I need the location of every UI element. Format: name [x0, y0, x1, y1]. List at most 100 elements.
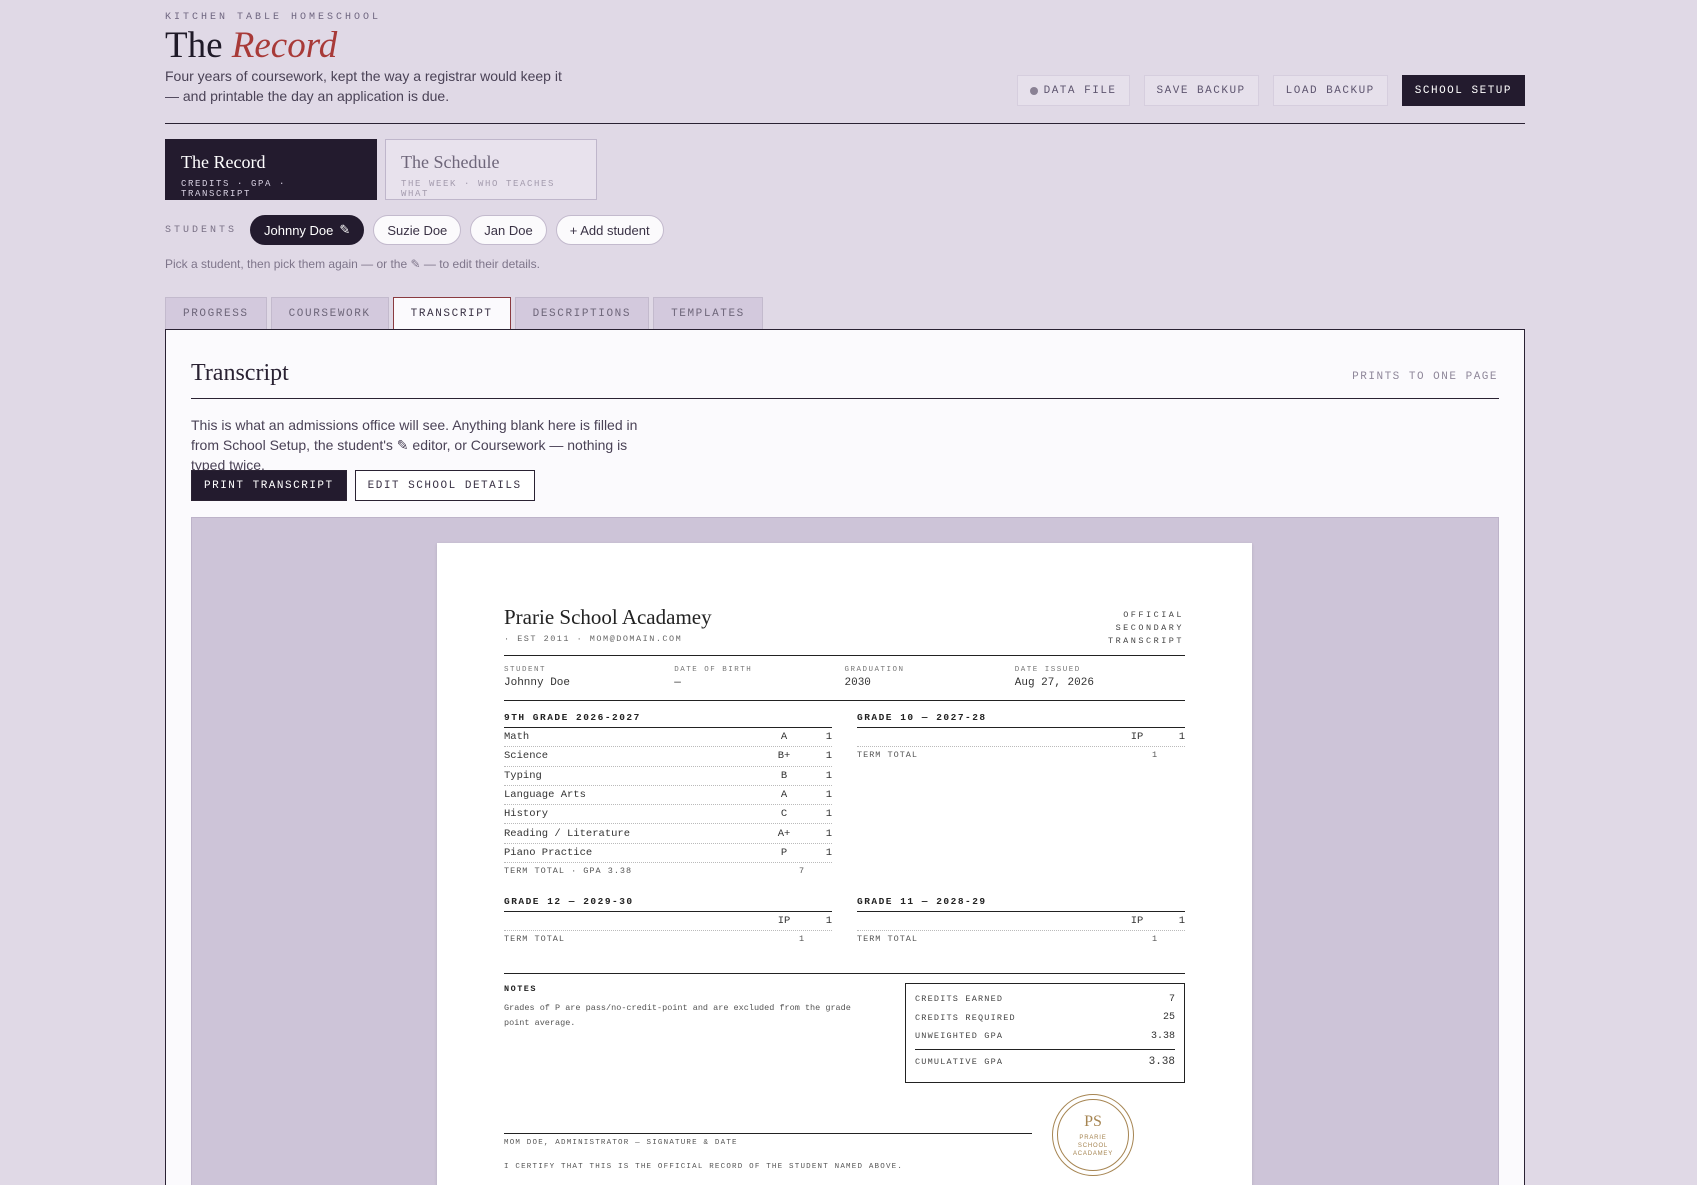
tab-transcript[interactable]: TRANSCRIPT	[392, 297, 511, 331]
section-subtitle: THE WEEK · WHO TEACHES WHAT	[401, 179, 556, 199]
term-total-row: TERM TOTAL 1	[504, 931, 832, 947]
panel-title: Transcript	[191, 360, 289, 386]
course-row: IP 1	[857, 728, 1185, 748]
course-credit: 1	[825, 769, 832, 782]
edit-school-details-button[interactable]: EDIT SCHOOL DETAILS	[354, 470, 535, 501]
notes-text: Grades of P are pass/no-credit-point and…	[504, 1003, 851, 1028]
info-student: STUDENT Johnny Doe	[504, 666, 674, 689]
course-name: Language Arts	[504, 789, 586, 802]
school-meta: · EST 2011 · MOM@DOMAIN.COM	[504, 634, 683, 644]
summary-label: CREDITS REQUIRED	[915, 1012, 1016, 1023]
info-date-issued: DATE ISSUED Aug 27, 2026	[1015, 666, 1185, 689]
course-credit: 1	[825, 789, 832, 802]
tab-descriptions[interactable]: DESCRIPTIONS	[514, 297, 650, 330]
term-g12: GRADE 12 — 2029-30 IP 1 TERM TOTAL 1	[504, 896, 832, 947]
course-credit: 1	[825, 808, 832, 821]
summary-value: 3.38	[1150, 1030, 1175, 1042]
tab-templates[interactable]: TEMPLATES	[653, 297, 763, 330]
info-rule	[504, 700, 1185, 701]
course-row: Piano Practice P 1	[504, 844, 832, 864]
course-credit: 1	[1178, 915, 1185, 928]
student-pill-johnny[interactable]: Johnny Doe ✎	[250, 215, 365, 245]
add-student-button[interactable]: + Add student	[555, 215, 664, 245]
summary-row: UNWEIGHTED GPA 3.38	[915, 1027, 1175, 1046]
course-credit: 1	[825, 915, 832, 928]
term-g10: GRADE 10 — 2027-28 IP 1 TERM TOTAL 1	[857, 712, 1185, 763]
section-title: The Record	[181, 152, 266, 172]
term-heading: GRADE 11 — 2028-29	[857, 896, 1185, 912]
term-total-row: TERM TOTAL · GPA 3.38 7	[504, 863, 832, 879]
summary-row-cumulative: CUMULATIVE GPA 3.38	[915, 1048, 1175, 1071]
app-title: The Record	[165, 24, 337, 67]
course-credit: 1	[825, 750, 832, 763]
load-backup-button[interactable]: LOAD BACKUP	[1272, 75, 1388, 106]
course-row: Math A 1	[504, 728, 832, 748]
term-heading: GRADE 10 — 2027-28	[857, 712, 1185, 728]
pencil-icon[interactable]: ✎	[339, 222, 350, 238]
course-row: Typing B 1	[504, 767, 832, 786]
header-rule	[504, 655, 1185, 656]
student-hint: Pick a student, then pick them again — o…	[165, 257, 540, 271]
info-graduation: GRADUATION 2030	[845, 666, 1015, 689]
student-pill-suzie[interactable]: Suzie Doe	[373, 215, 462, 245]
school-seal-icon: PS PRARIE SCHOOL ACADAMEY	[1052, 1094, 1134, 1176]
save-backup-button[interactable]: SAVE BACKUP	[1143, 75, 1259, 106]
course-grade: P	[780, 846, 788, 859]
tab-coursework[interactable]: COURSEWORK	[270, 297, 389, 330]
course-name: Science	[504, 750, 549, 763]
transcript-page: Prarie School Acadamey · EST 2011 · MOM@…	[437, 543, 1252, 1185]
tagline: Four years of coursework, kept the way a…	[165, 68, 562, 104]
term-g11: GRADE 11 — 2028-29 IP 1 TERM TOTAL 1	[857, 896, 1185, 947]
course-grade: A	[780, 731, 788, 744]
record-tabs: PROGRESS COURSEWORK TRANSCRIPT DESCRIPTI…	[165, 297, 763, 331]
info-key: GRADUATION	[844, 666, 905, 674]
seal-initials: PS	[1084, 1112, 1102, 1130]
student-picker: STUDENTS Johnny Doe ✎ Suzie Doe Jan Doe …	[165, 215, 664, 245]
school-setup-button[interactable]: SCHOOL SETUP	[1401, 75, 1525, 106]
course-row: Language Arts A 1	[504, 786, 832, 806]
section-record[interactable]: The Record CREDITS · GPA · TRANSCRIPT	[165, 139, 377, 200]
notes-rule	[504, 973, 1185, 974]
panel-description: This is what an admissions office will s…	[191, 417, 638, 473]
section-schedule[interactable]: The Schedule THE WEEK · WHO TEACHES WHAT	[385, 139, 597, 200]
course-grade: B+	[777, 750, 791, 763]
student-name: Johnny Doe	[264, 222, 334, 238]
term-total-credits: 7	[798, 866, 806, 877]
info-key: STUDENT	[504, 666, 547, 674]
tab-progress[interactable]: PROGRESS	[165, 297, 267, 330]
app-header: KITCHEN TABLE HOMESCHOOL The Record Four…	[165, 0, 1525, 124]
summary-label: UNWEIGHTED GPA	[915, 1031, 1004, 1042]
course-grade: IP	[1130, 915, 1144, 928]
info-key: DATE OF BIRTH	[674, 666, 753, 674]
title-plain: The	[165, 25, 223, 66]
seal-inner: PS PRARIE SCHOOL ACADAMEY	[1057, 1099, 1129, 1171]
certification-text: I CERTIFY THAT THIS IS THE OFFICIAL RECO…	[504, 1163, 904, 1171]
student-pill-jan[interactable]: Jan Doe	[470, 215, 547, 245]
term-heading: GRADE 12 — 2029-30	[504, 896, 832, 912]
panel-divider	[191, 398, 1499, 399]
course-grade: B	[780, 769, 788, 782]
course-name: History	[504, 808, 549, 821]
course-row: Science B+ 1	[504, 747, 832, 767]
summary-label: CUMULATIVE GPA	[915, 1057, 1004, 1067]
course-grade: C	[780, 808, 788, 821]
course-grade: IP	[777, 915, 791, 928]
students-label: STUDENTS	[165, 224, 238, 236]
course-credit: 1	[825, 827, 832, 840]
section-switcher: The Record CREDITS · GPA · TRANSCRIPT Th…	[165, 139, 597, 200]
summary-value: 25	[1162, 1012, 1175, 1024]
term-g9: 9TH GRADE 2026-2027 Math A 1 Science B+ 1 Typin…	[504, 712, 832, 879]
section-subtitle: CREDITS · GPA · TRANSCRIPT	[181, 179, 287, 199]
term-total-row: TERM TOTAL 1	[857, 747, 1185, 763]
course-credit: 1	[825, 846, 832, 859]
print-transcript-button[interactable]: PRINT TRANSCRIPT	[191, 470, 347, 501]
summary-label: CREDITS EARNED	[915, 994, 1004, 1005]
info-value: 2030	[844, 677, 871, 689]
notes-heading: NOTES	[504, 984, 538, 994]
course-row: Reading / Literature A+ 1	[504, 824, 832, 844]
signature-caption: MOM DOE, ADMINISTRATOR — SIGNATURE & DAT…	[504, 1139, 738, 1147]
term-total-label: TERM TOTAL	[504, 934, 566, 945]
credit-summary: CREDITS EARNED 7 CREDITS REQUIRED 25 UNW…	[905, 983, 1185, 1083]
data-file-button[interactable]: DATA FILE	[1016, 75, 1130, 106]
term-total-label: TERM TOTAL	[857, 934, 919, 945]
